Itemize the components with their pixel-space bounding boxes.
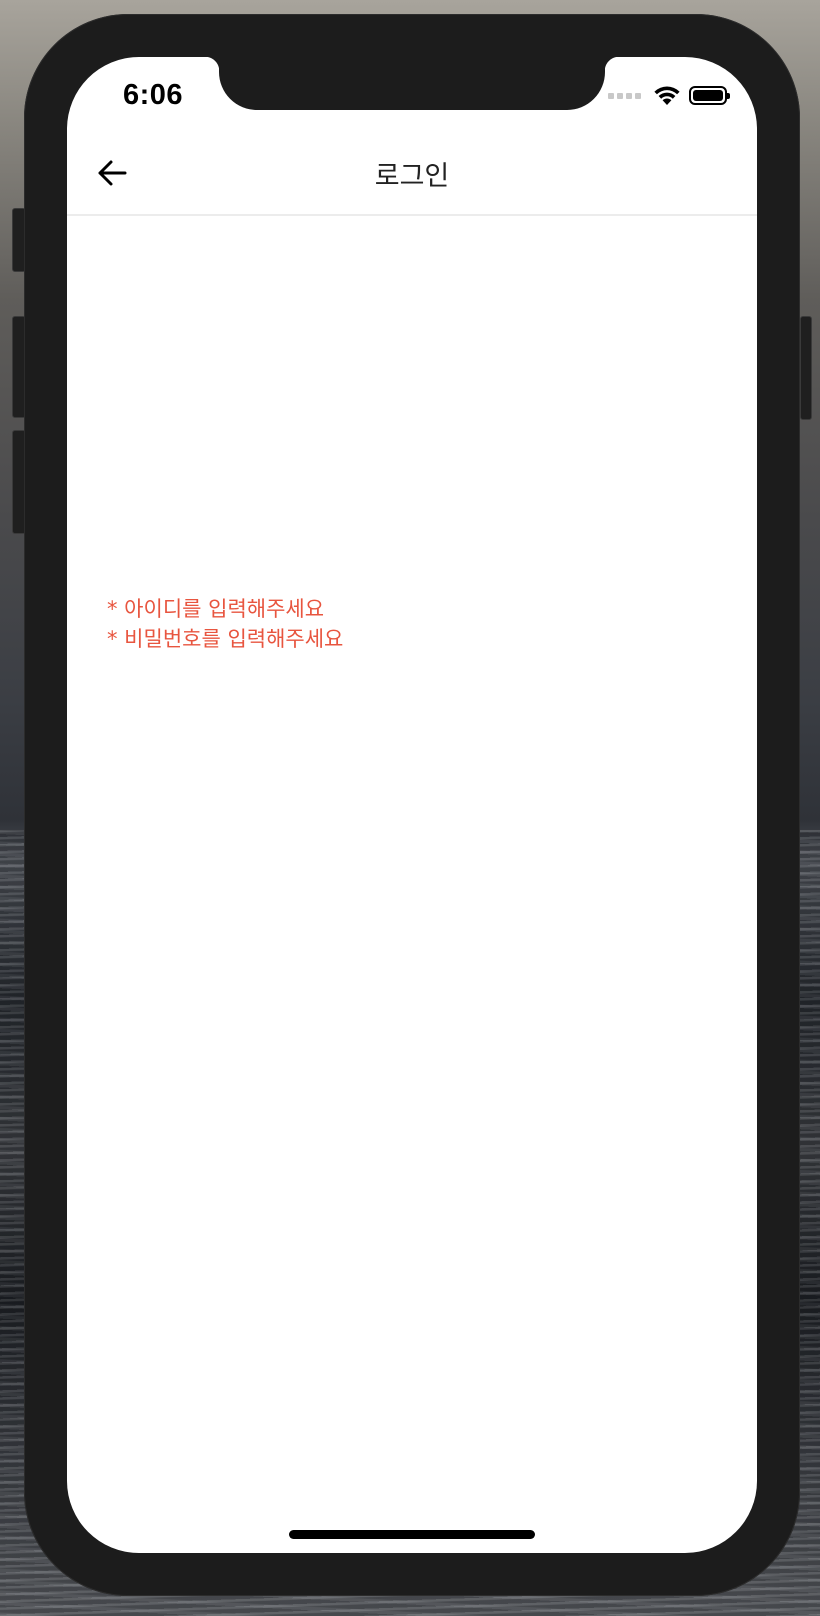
status-time: 6:06 [123, 79, 184, 111]
device-notch [205, 57, 619, 110]
password-required-error: * 비밀번호를 입력해주세요 [107, 627, 344, 651]
home-indicator[interactable] [289, 1530, 535, 1539]
navigation-bar: 로그인 [67, 132, 757, 216]
login-form-area: * 아이디를 입력해주세요 * 비밀번호를 입력해주세요 [67, 216, 757, 1516]
cellular-signal-icon [608, 92, 641, 99]
battery-icon [689, 86, 730, 105]
validation-errors: * 아이디를 입력해주세요 * 비밀번호를 입력해주세요 [107, 594, 343, 654]
wifi-icon [654, 86, 680, 105]
page-title: 로그인 [374, 161, 450, 192]
power-button [800, 316, 812, 420]
id-required-error: * 아이디를 입력해주세요 [107, 597, 325, 621]
status-icons [608, 85, 730, 106]
app-screen: 6:06 로그인 * 아이디를 입력해주세요 * 비밀번호를 입력해주세요 [67, 57, 757, 1553]
